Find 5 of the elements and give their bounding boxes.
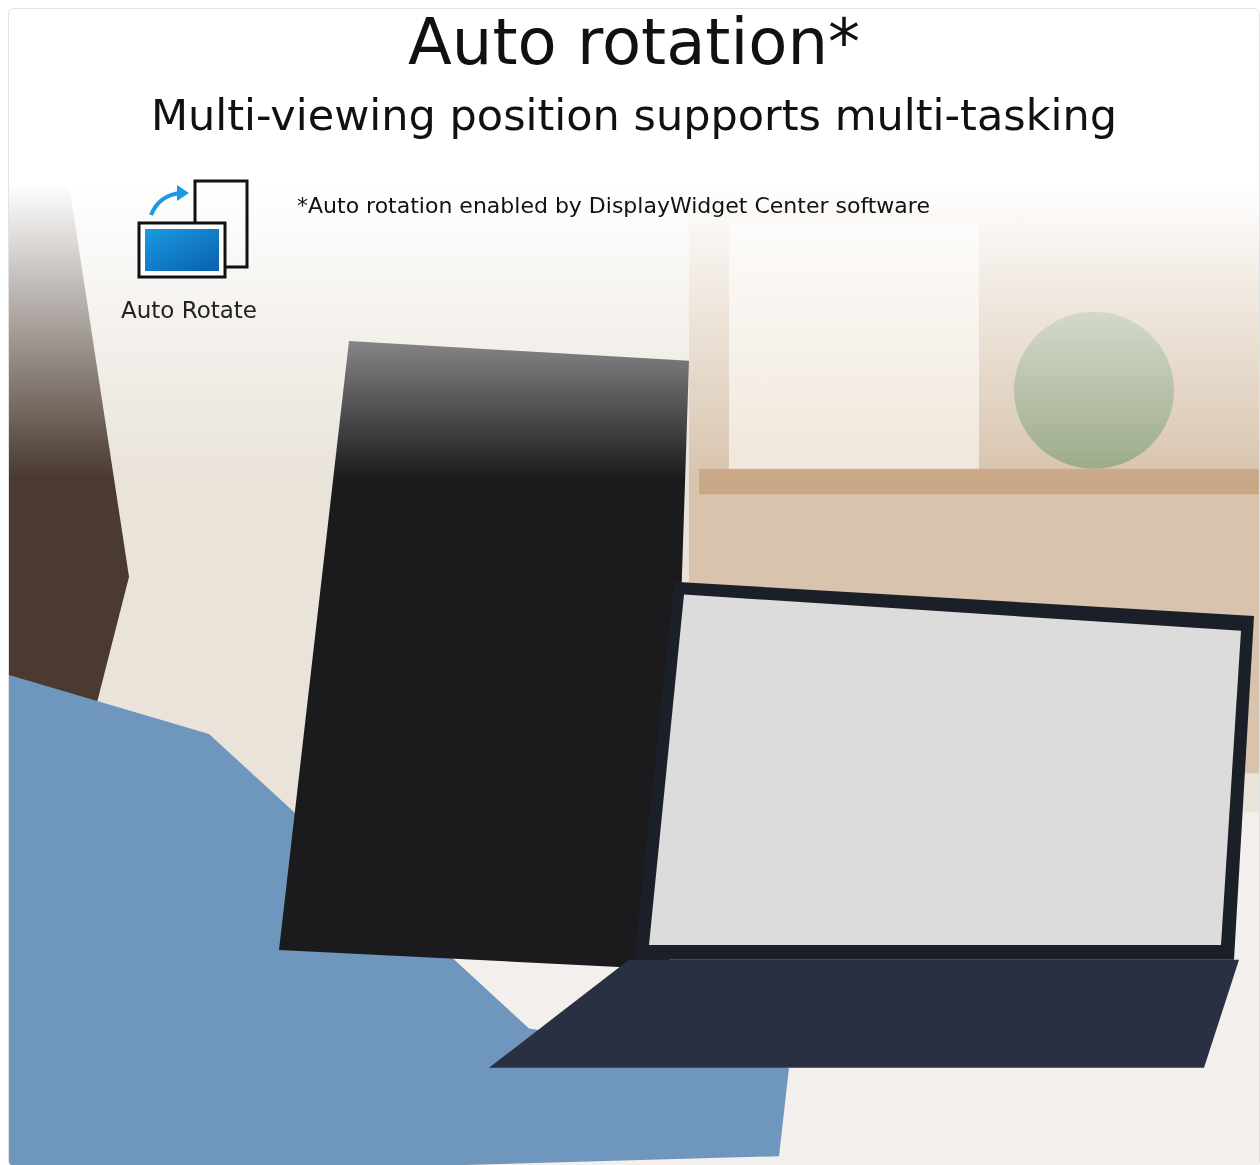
page-heading: Auto rotation* <box>407 9 861 75</box>
page-subheading: Multi-viewing position supports multi-tasking <box>149 89 1119 142</box>
screen-rotate-icon <box>137 179 249 279</box>
feature-label: Auto Rotate <box>121 297 257 323</box>
footnote: *Auto rotation enabled by DisplayWidget Center software <box>297 193 930 218</box>
